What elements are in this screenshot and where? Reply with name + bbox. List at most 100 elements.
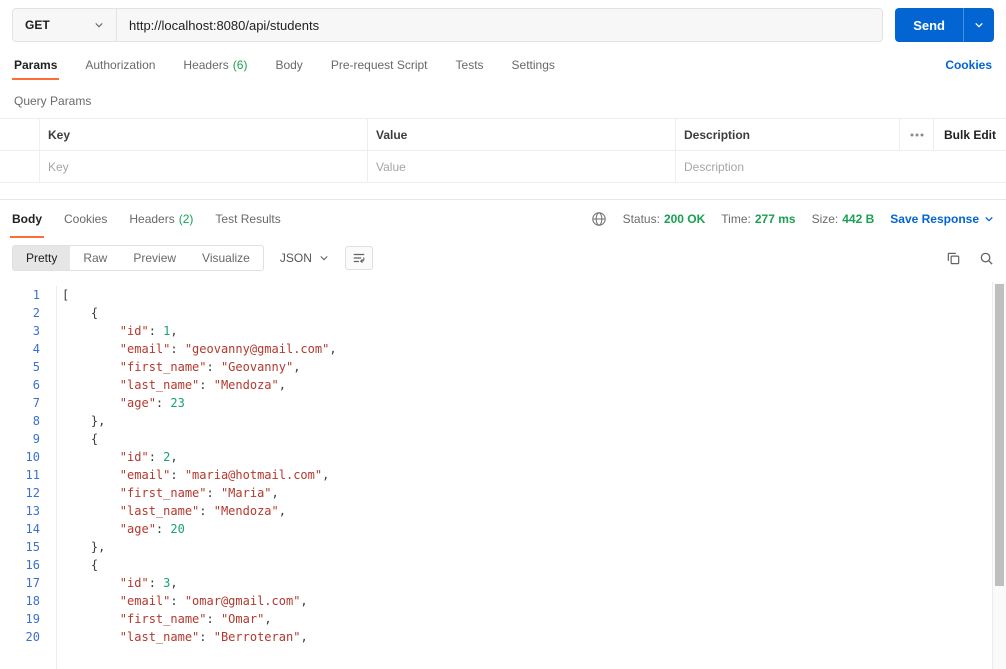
save-response-label: Save Response	[890, 212, 979, 226]
network-globe-icon[interactable]	[591, 211, 607, 227]
view-visualize[interactable]: Visualize	[189, 246, 263, 270]
wrap-lines-button[interactable]	[344, 246, 373, 270]
response-toolbar: Pretty Raw Preview Visualize JSON	[0, 238, 1006, 282]
code-lines[interactable]: [ { "id": 1, "email": "geovanny@gmail.co…	[57, 286, 1006, 669]
view-raw[interactable]: Raw	[70, 246, 120, 270]
copy-icon[interactable]	[946, 251, 961, 266]
line-number: 7	[32, 396, 40, 410]
tab-label: Params	[14, 58, 58, 72]
tab-label: Headers	[129, 212, 175, 226]
method-label: GET	[25, 18, 50, 32]
code-line: {	[62, 306, 99, 320]
tab-label: Cookies	[64, 212, 108, 226]
code-line: "first_name": "Maria",	[119, 486, 279, 500]
param-key-input[interactable]	[48, 159, 359, 174]
wrap-text-icon	[353, 253, 365, 263]
query-params-table: Key Value Description Bulk Edit	[0, 118, 1006, 183]
send-label: Send	[913, 17, 945, 33]
tab-headers[interactable]: Headers (6)	[183, 50, 247, 80]
line-number: 13	[25, 504, 40, 518]
line-number: 4	[32, 342, 40, 356]
code-line: "first_name": "Omar",	[119, 612, 272, 626]
line-number: 15	[25, 540, 40, 554]
query-params-header-row: Key Value Description Bulk Edit	[0, 119, 1006, 151]
line-number: 19	[25, 612, 40, 626]
time-indicator: Time: 277 ms	[721, 212, 795, 226]
tab-count: (6)	[232, 58, 248, 72]
scrollbar-track[interactable]	[992, 282, 1006, 669]
send-button[interactable]: Send	[895, 8, 963, 42]
tab-params[interactable]: Params	[11, 50, 60, 80]
status-value: 200 OK	[663, 212, 706, 226]
tab-label: Body	[275, 58, 303, 72]
code-line: "email": "omar@gmail.com",	[119, 594, 308, 608]
tab-label: Pre-request Script	[330, 58, 428, 72]
tab-settings[interactable]: Settings	[512, 50, 555, 80]
request-url-bar: GET Send	[0, 0, 1006, 50]
code-gutter: 1 2 3 4 5 6 7 8 9 10 11 12 13 14 15 16 17 18 19 20	[0, 286, 57, 669]
url-input[interactable]	[117, 9, 883, 41]
time-label: Time:	[721, 212, 751, 226]
code-line: "last_name": "Mendoza",	[119, 504, 286, 518]
code-line: [	[62, 288, 70, 302]
search-icon[interactable]	[979, 251, 994, 266]
row-gutter	[0, 151, 40, 182]
line-number: 12	[25, 486, 40, 500]
method-select[interactable]: GET	[13, 9, 117, 41]
cookies-link[interactable]: Cookies	[945, 58, 992, 72]
status-indicator: Status: 200 OK	[623, 212, 706, 226]
tab-pre-request-script[interactable]: Pre-request Script	[331, 50, 428, 80]
tab-label: Tests	[455, 58, 484, 72]
response-toolbar-right	[946, 251, 994, 266]
line-number: 11	[25, 468, 40, 482]
code-line: },	[62, 414, 106, 428]
language-label: JSON	[279, 251, 312, 265]
line-number: 17	[25, 576, 40, 590]
tab-tests[interactable]: Tests	[456, 50, 484, 80]
tab-body[interactable]: Body	[275, 50, 302, 80]
bulk-edit-button[interactable]: Bulk Edit	[934, 119, 1006, 150]
view-preview[interactable]: Preview	[120, 246, 189, 270]
status-label: Status:	[622, 212, 660, 226]
response-body-viewer: 1 2 3 4 5 6 7 8 9 10 11 12 13 14 15 16 17 18 19 20 [ { "id"…	[0, 282, 1006, 669]
code-line: "first_name": "Geovanny",	[119, 360, 301, 374]
line-number: 1	[32, 288, 40, 302]
param-value-input[interactable]	[376, 159, 667, 174]
column-header-key: Key	[40, 119, 368, 150]
chevron-down-icon	[95, 23, 103, 28]
response-tab-body[interactable]: Body	[10, 200, 44, 238]
tab-label: Headers	[183, 58, 229, 72]
code-line: "id": 2,	[119, 450, 178, 464]
response-tab-cookies[interactable]: Cookies	[64, 200, 107, 238]
more-options-icon[interactable]	[900, 119, 934, 150]
response-tab-test-results[interactable]: Test Results	[215, 200, 280, 238]
size-indicator: Size: 442 B	[812, 212, 875, 226]
row-filler	[900, 151, 1006, 182]
scrollbar-thumb[interactable]	[995, 284, 1004, 586]
send-options-button[interactable]	[963, 8, 994, 42]
tab-count: (2)	[178, 212, 194, 226]
code-line: "email": "maria@hotmail.com",	[119, 468, 330, 482]
line-number: 8	[32, 414, 40, 428]
line-number: 6	[32, 378, 40, 392]
line-number: 18	[25, 594, 40, 608]
response-tab-headers[interactable]: Headers (2)	[129, 200, 193, 238]
tab-label: Test Results	[215, 212, 281, 226]
tab-label: Body	[12, 212, 42, 226]
response-tabs: Body Cookies Headers (2) Test Results	[10, 200, 281, 238]
column-header-description: Description	[676, 119, 900, 150]
tab-authorization[interactable]: Authorization	[85, 50, 155, 80]
param-description-input[interactable]	[684, 159, 892, 174]
line-number: 2	[32, 306, 40, 320]
code-line: {	[62, 558, 99, 572]
row-gutter	[0, 119, 40, 150]
save-response-button[interactable]: Save Response	[890, 212, 994, 226]
line-number: 3	[32, 324, 40, 338]
tab-label: Settings	[511, 58, 555, 72]
query-params-input-row	[0, 151, 1006, 183]
view-pretty[interactable]: Pretty	[13, 246, 71, 270]
chevron-down-icon	[975, 23, 983, 28]
language-select[interactable]: JSON	[280, 251, 329, 265]
tab-label: Authorization	[85, 58, 156, 72]
code-line: "age": 20	[119, 522, 185, 536]
